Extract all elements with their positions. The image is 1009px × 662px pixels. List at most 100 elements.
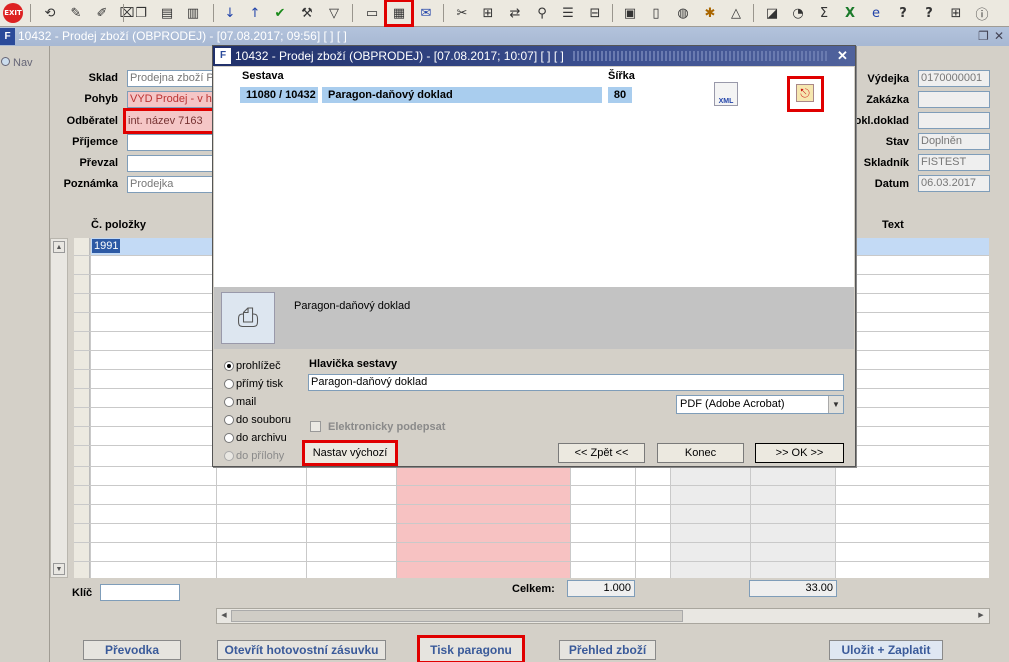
grid-header-polozky[interactable]: Č. položky: [91, 219, 146, 231]
radio-do-souboru[interactable]: [224, 415, 234, 425]
close-main-icon[interactable]: ✕: [994, 27, 1004, 46]
nav-icon[interactable]: [1, 57, 10, 66]
dialog-title: 10432 - Prodej zboží (OBPRODEJ) - [07.08…: [235, 49, 564, 63]
hlavicka-input[interactable]: Paragon-daňový doklad: [308, 374, 844, 391]
cut-icon[interactable]: ✂: [452, 3, 472, 23]
klic-input[interactable]: [100, 584, 180, 601]
search-icon[interactable]: ⚲: [532, 3, 552, 23]
copy-doc-icon[interactable]: ❐: [131, 3, 151, 23]
prijemce-field[interactable]: [127, 134, 215, 151]
stav-field[interactable]: Doplněn: [918, 133, 990, 150]
remove-doc-icon[interactable]: ▥: [183, 3, 203, 23]
pdf-export-button[interactable]: ⎋: [787, 76, 824, 112]
report-name[interactable]: Paragon-daňový doklad: [322, 87, 602, 103]
helm-icon[interactable]: ✱: [700, 3, 720, 23]
radio-prohlizec[interactable]: [224, 361, 234, 371]
pdf-icon: ⎋: [796, 84, 814, 102]
scroll-thumb[interactable]: [231, 610, 683, 622]
globe-icon[interactable]: ◍: [673, 3, 693, 23]
undo-icon[interactable]: ✎: [66, 3, 86, 23]
scroll-down-icon[interactable]: ▼: [53, 563, 65, 575]
mail-icon[interactable]: ✉: [416, 3, 436, 23]
horizontal-scrollbar[interactable]: ◀ ▶: [216, 608, 990, 624]
zakazka-field[interactable]: [918, 91, 990, 108]
poznamka-field[interactable]: Prodejka: [127, 176, 215, 193]
label-do-souboru[interactable]: do souboru: [236, 414, 291, 426]
nastav-vychozi-button[interactable]: Nastav výchozí: [302, 440, 398, 466]
dokl-doklad-field[interactable]: [918, 112, 990, 129]
dialog-title-bar[interactable]: F 10432 - Prodej zboží (OBPRODEJ) - [07.…: [213, 46, 855, 66]
sort-desc-icon[interactable]: ↑: [245, 3, 265, 23]
pohyb-field[interactable]: VYD Prodej - v h: [127, 91, 215, 108]
label-primy-tisk[interactable]: přímý tisk: [236, 378, 283, 390]
chart-icon[interactable]: ◪: [762, 3, 782, 23]
document-icon[interactable]: ▯: [646, 3, 666, 23]
radio-mail[interactable]: [224, 397, 234, 407]
scroll-left-icon[interactable]: ◀: [218, 610, 230, 622]
ie-icon[interactable]: e: [866, 3, 886, 23]
grid-header-text[interactable]: Text: [882, 219, 904, 231]
scroll-up-icon[interactable]: ▲: [53, 241, 65, 253]
prevzal-field[interactable]: [127, 155, 215, 172]
hierarchy-icon[interactable]: ⊞: [478, 3, 498, 23]
sort-asc-icon[interactable]: ↓: [220, 3, 240, 23]
celkem-sum: 33.00: [749, 580, 837, 597]
format-select[interactable]: PDF (Adobe Acrobat) ▼: [676, 395, 844, 414]
zpet-button[interactable]: << Zpět <<: [558, 443, 645, 463]
konec-button[interactable]: Konec: [657, 443, 744, 463]
radio-do-prilohy[interactable]: [224, 451, 234, 461]
scroll-right-icon[interactable]: ▶: [975, 610, 987, 622]
wrench-icon[interactable]: ⚒: [297, 3, 317, 23]
sum-icon[interactable]: Σ: [814, 3, 834, 23]
xml-export-button[interactable]: XML: [714, 82, 738, 106]
help-icon[interactable]: ?: [893, 3, 913, 23]
skladnik-field[interactable]: FISTEST: [918, 154, 990, 171]
ok-button[interactable]: >> OK >>: [755, 443, 844, 463]
print-reports-button[interactable]: ▦: [384, 0, 414, 27]
excel-icon[interactable]: X: [840, 3, 860, 23]
preview-title: Paragon-daňový doklad: [294, 300, 411, 312]
triangle-icon[interactable]: △: [726, 3, 746, 23]
label-do-archivu[interactable]: do archivu: [236, 432, 287, 444]
close-dialog-icon[interactable]: ✕: [837, 46, 848, 66]
radio-primy-tisk[interactable]: [224, 379, 234, 389]
sklad-field[interactable]: Prodejna zboží P: [127, 70, 215, 87]
clock-icon[interactable]: ◔: [788, 3, 808, 23]
label-esign[interactable]: Elektronicky podepsat: [328, 421, 445, 433]
edit-icon[interactable]: ✐: [92, 3, 112, 23]
info-icon[interactable]: ⓘ: [972, 3, 992, 23]
report-code[interactable]: 11080 / 10432: [240, 87, 318, 103]
vydejka-field[interactable]: 0170000001: [918, 70, 990, 87]
odberatel-field[interactable]: int. název 7163: [123, 108, 215, 134]
tisk-paragonu-button[interactable]: Tisk paragonu: [417, 635, 525, 662]
archive-icon[interactable]: ▣: [620, 3, 640, 23]
prevodka-button[interactable]: Převodka: [83, 640, 181, 660]
transfer-icon[interactable]: ⇄: [505, 3, 525, 23]
polozka-cell[interactable]: 1991: [92, 239, 121, 253]
list-icon[interactable]: ☰: [558, 3, 578, 23]
ulozit-zaplatit-button[interactable]: Uložit + Zaplatit: [829, 640, 943, 660]
context-help-icon[interactable]: ?: [919, 3, 939, 23]
exit-button[interactable]: EXIT: [2, 3, 24, 23]
nav-label[interactable]: Nav: [13, 57, 33, 69]
tree-icon[interactable]: ⊟: [585, 3, 605, 23]
label-prohlizec[interactable]: prohlížeč: [236, 360, 281, 372]
report-width[interactable]: 80: [608, 87, 632, 103]
print-icon[interactable]: ▭: [362, 3, 382, 23]
grid-vertical-scrollbar[interactable]: ▲ ▼: [50, 238, 68, 578]
otevrit-zasuvku-button[interactable]: Otevřít hotovostní zásuvku: [217, 640, 386, 660]
label-do-prilohy[interactable]: do přílohy: [236, 450, 284, 462]
esign-checkbox[interactable]: [310, 421, 321, 432]
report-list[interactable]: Sestava Šířka 11080 / 10432 Paragon-daňo…: [214, 67, 854, 287]
filter-icon[interactable]: ▽: [324, 3, 344, 23]
label-mail[interactable]: mail: [236, 396, 256, 408]
datum-field[interactable]: 06.03.2017: [918, 175, 990, 192]
prehled-zbozi-button[interactable]: Přehled zboží: [559, 640, 656, 660]
check-icon[interactable]: ✔: [270, 3, 290, 23]
back-icon[interactable]: ⟲: [40, 3, 60, 23]
restore-icon[interactable]: ❐: [978, 27, 989, 46]
windows-icon[interactable]: ⊞: [946, 3, 966, 23]
new-doc-icon[interactable]: ▤: [157, 3, 177, 23]
radio-do-archivu[interactable]: [224, 433, 234, 443]
dropdown-arrow-icon[interactable]: ▼: [828, 396, 843, 413]
